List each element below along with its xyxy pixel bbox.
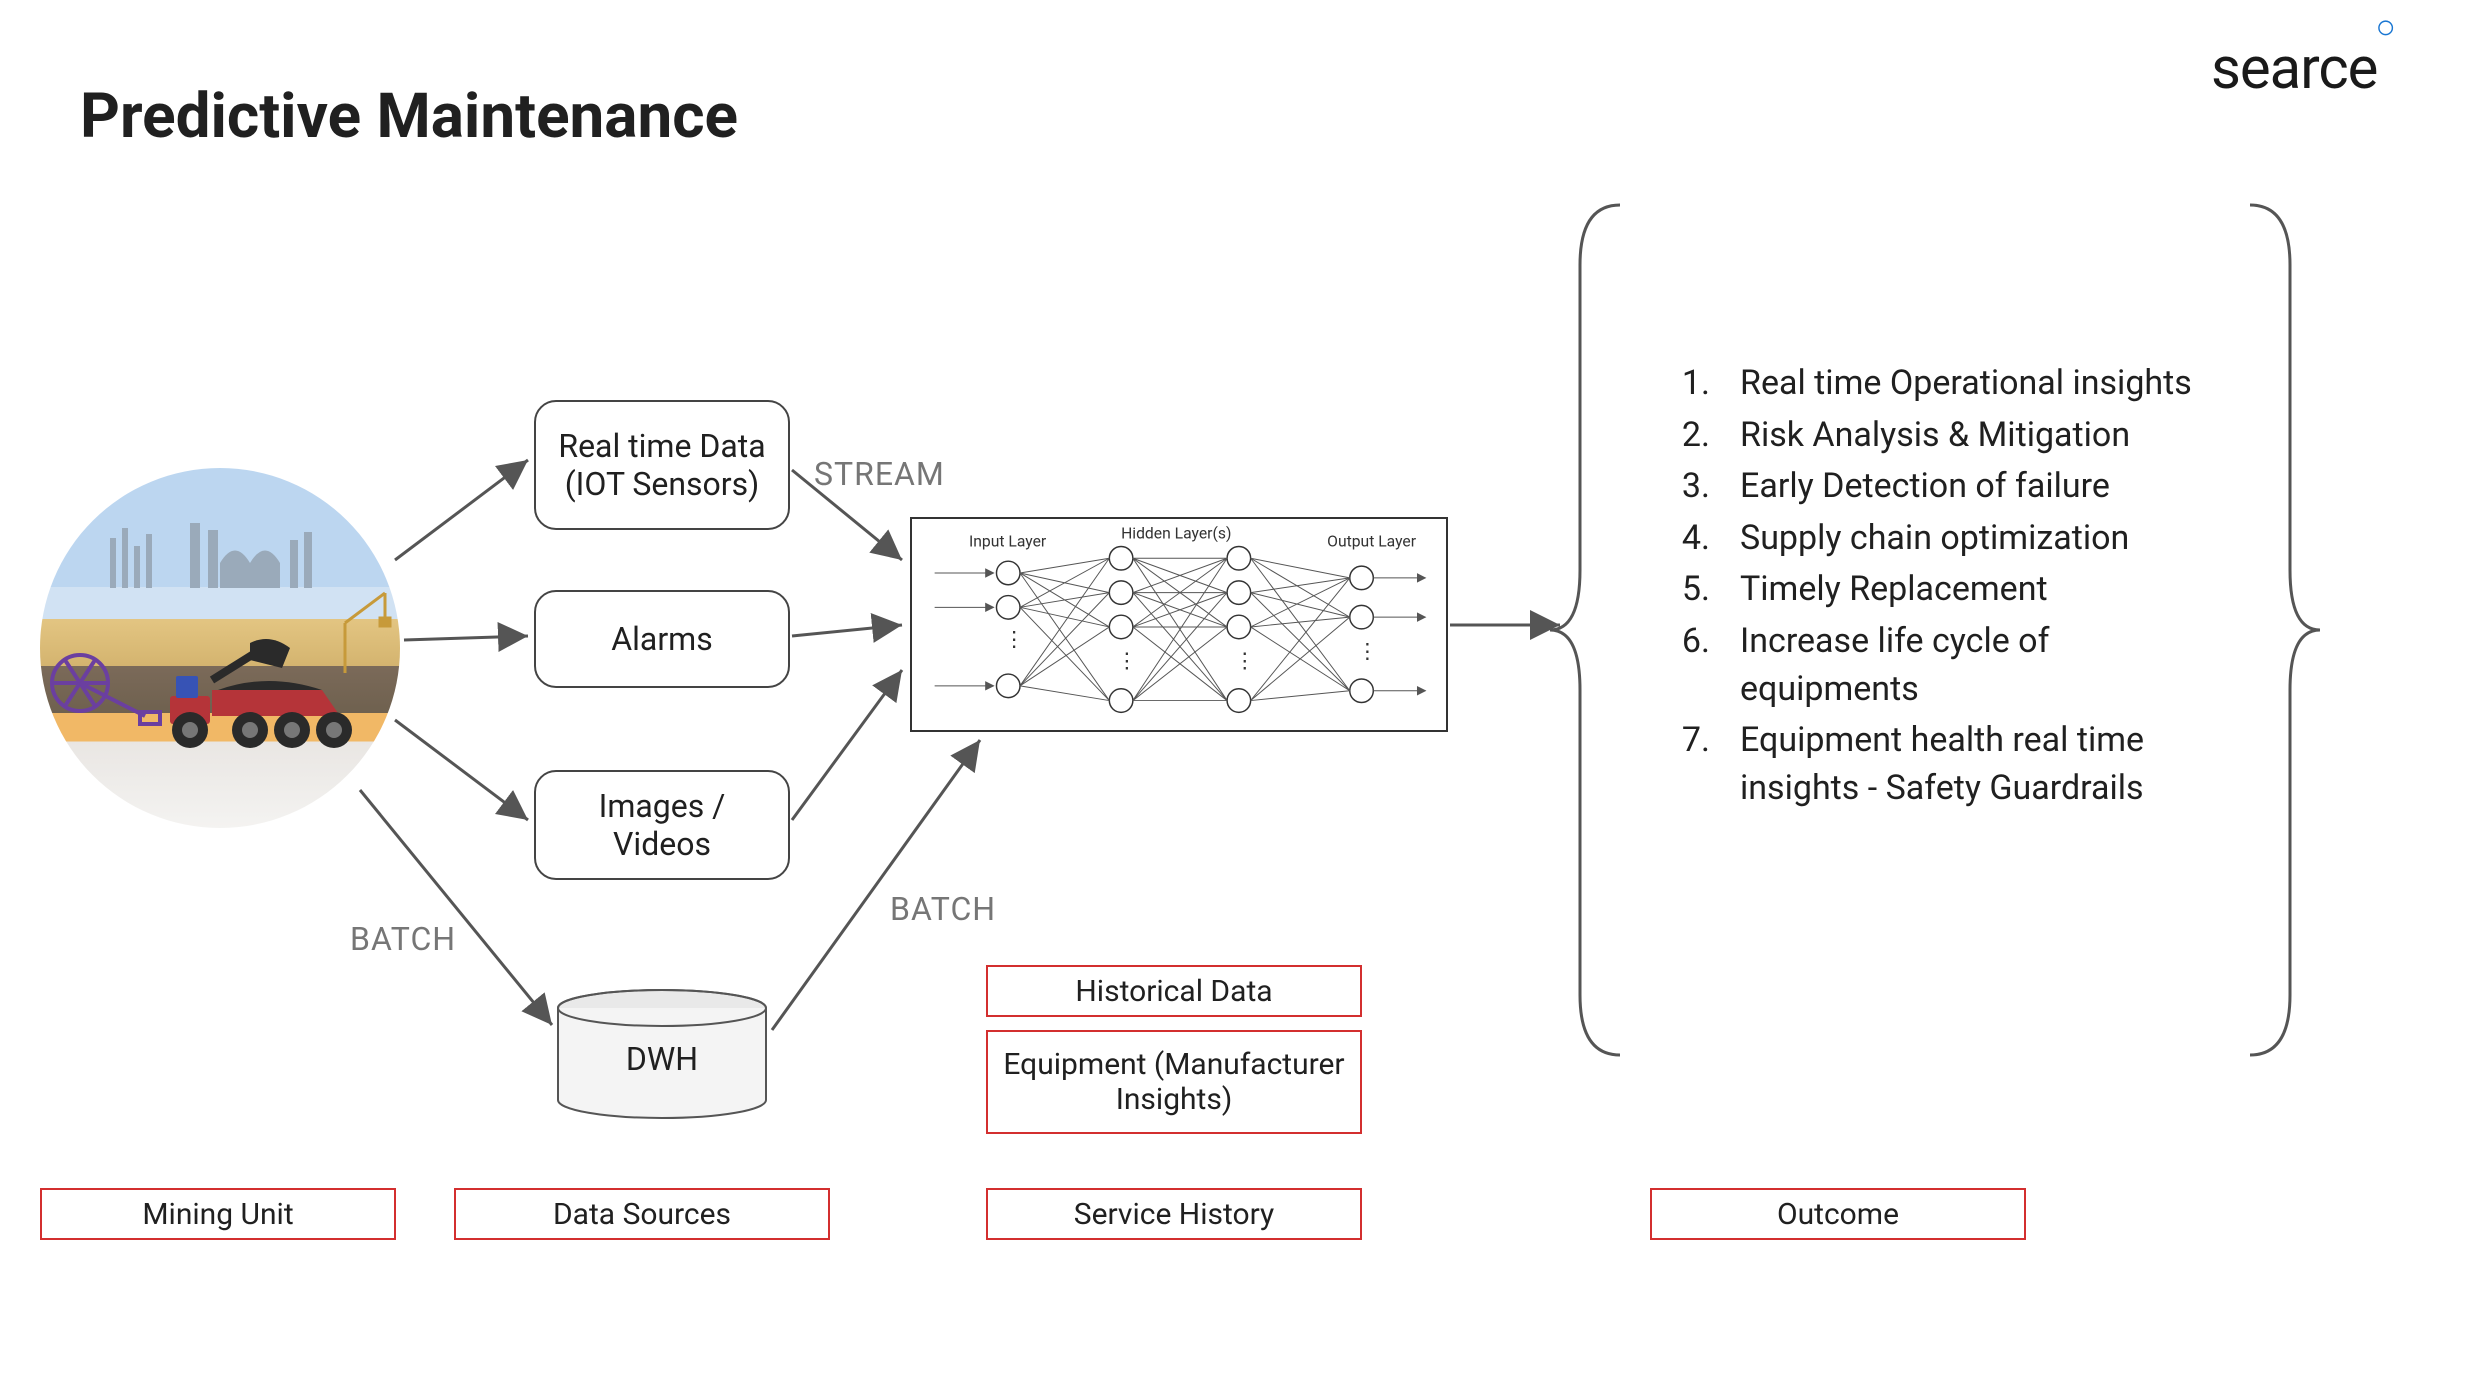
page-title: Predictive Maintenance bbox=[80, 80, 738, 153]
batch-label-2: BATCH bbox=[890, 890, 996, 928]
redbox-outcome: Outcome bbox=[1650, 1188, 2026, 1240]
outcome-item: 6.Increase life cycle of equipments bbox=[1650, 618, 2210, 713]
redbox-mining-unit: Mining Unit bbox=[40, 1188, 396, 1240]
svg-text:⋮: ⋮ bbox=[1357, 639, 1379, 664]
nn-input-label: Input Layer bbox=[969, 531, 1047, 550]
left-curly-bracket-icon bbox=[1570, 205, 1620, 1055]
svg-text:⋮: ⋮ bbox=[1003, 628, 1025, 653]
outcome-item: 7.Equipment health real time insights - … bbox=[1650, 717, 2210, 812]
outcome-item: 3.Early Detection of failure bbox=[1650, 463, 2210, 511]
outcome-item: 2.Risk Analysis & Mitigation bbox=[1650, 412, 2210, 460]
outcome-list: 1.Real time Operational insights 2.Risk … bbox=[1650, 360, 2210, 816]
data-source-images: Images / Videos bbox=[534, 770, 790, 880]
data-source-alarms: Alarms bbox=[534, 590, 790, 688]
stream-label: STREAM bbox=[814, 455, 945, 493]
brand-dot-icon: ○ bbox=[2375, 7, 2395, 47]
neural-network-diagram: Input Layer Hidden Layer(s) Output Layer… bbox=[910, 517, 1448, 732]
brand-text: searce bbox=[2211, 35, 2377, 103]
mining-unit-illustration bbox=[40, 468, 400, 828]
right-curly-bracket-icon bbox=[2250, 205, 2300, 1055]
outcome-item: 1.Real time Operational insights bbox=[1650, 360, 2210, 408]
nn-output-label: Output Layer bbox=[1327, 531, 1417, 550]
redbox-service-history: Service History bbox=[986, 1188, 1362, 1240]
redbox-historical-data: Historical Data bbox=[986, 965, 1362, 1017]
dwh-label: DWH bbox=[554, 1040, 770, 1078]
redbox-data-sources: Data Sources bbox=[454, 1188, 830, 1240]
outcome-item: 5.Timely Replacement bbox=[1650, 566, 2210, 614]
svg-text:⋮: ⋮ bbox=[1234, 649, 1256, 674]
batch-label-1: BATCH bbox=[350, 920, 456, 958]
outcome-item: 4.Supply chain optimization bbox=[1650, 515, 2210, 563]
data-source-iot: Real time Data (IOT Sensors) bbox=[534, 400, 790, 530]
brand-logo: searce○ bbox=[2211, 35, 2397, 103]
nn-hidden-label: Hidden Layer(s) bbox=[1121, 524, 1231, 543]
mining-svg-icon bbox=[40, 468, 400, 828]
redbox-equipment-mfr: Equipment (Manufacturer Insights) bbox=[986, 1030, 1362, 1134]
svg-text:⋮: ⋮ bbox=[1116, 649, 1138, 674]
